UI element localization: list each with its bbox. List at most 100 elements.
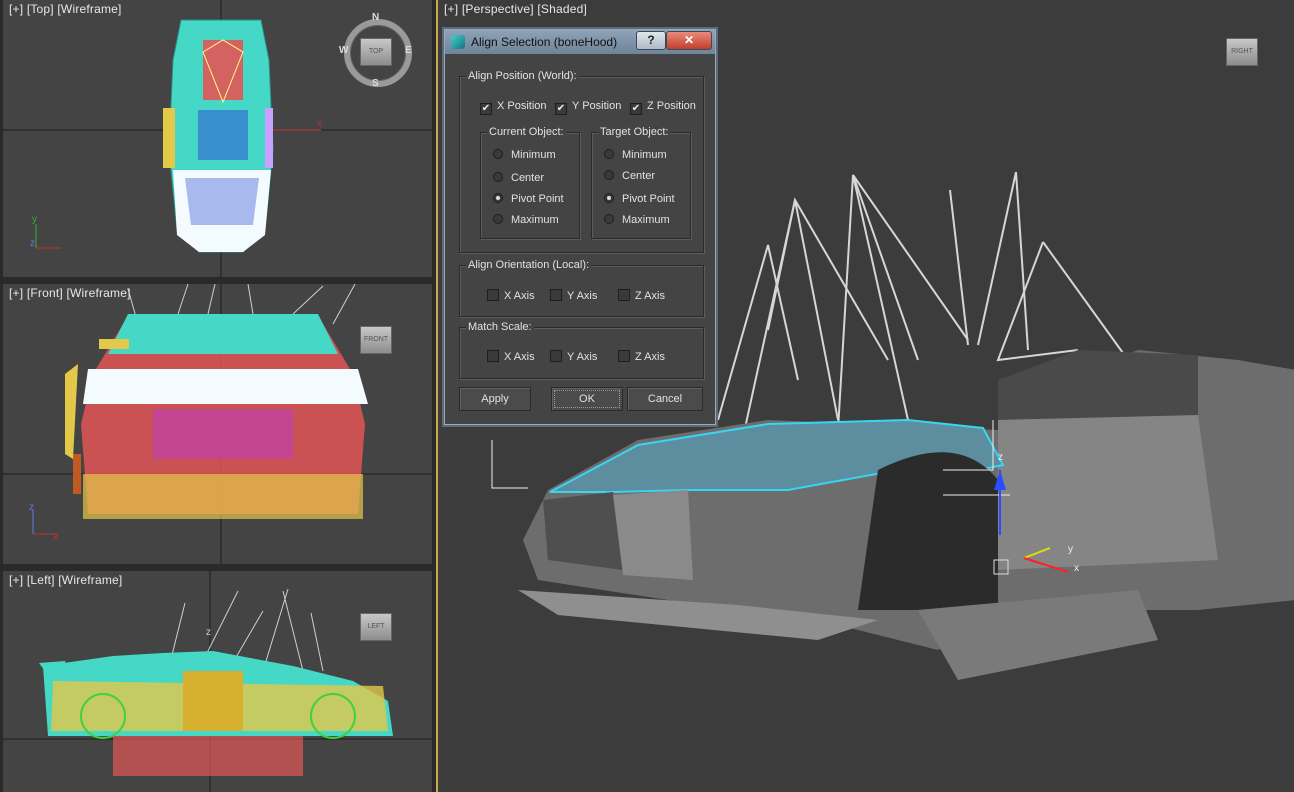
z-position-checkbox[interactable]: ✔ Z Position xyxy=(630,100,696,115)
current-pivot-point-radio[interactable]: Pivot Point xyxy=(493,193,564,205)
viewport-view-menu[interactable]: [Front] xyxy=(27,286,63,300)
radio-dot[interactable] xyxy=(493,214,503,224)
viewport-shading-menu[interactable]: [Wireframe] xyxy=(66,286,130,300)
close-icon[interactable]: ✕ xyxy=(666,31,712,50)
y-position-label: Y Position xyxy=(572,100,622,112)
z-position-label: Z Position xyxy=(647,100,696,112)
match-scale-title: Match Scale: xyxy=(466,321,534,333)
viewport-menu-plus[interactable]: [+] xyxy=(9,573,23,587)
checkbox-label: X Axis xyxy=(504,290,535,302)
viewport-view-menu[interactable]: [Left] xyxy=(27,573,55,587)
current-maximum-radio[interactable]: Maximum xyxy=(493,214,559,226)
viewport-front-label[interactable]: [+] [Front] [Wireframe] xyxy=(9,286,131,300)
checkbox-box[interactable] xyxy=(550,289,562,301)
x-position-checkbox[interactable]: ✔ X Position xyxy=(480,100,547,115)
target-maximum-radio[interactable]: Maximum xyxy=(604,214,670,226)
axis-label-x: x xyxy=(317,118,322,129)
current-object-group: Current Object: Minimum Center Pivot Poi… xyxy=(480,126,580,239)
orient-x-axis-checkbox[interactable]: X Axis xyxy=(487,289,535,302)
radio-dot[interactable] xyxy=(604,170,614,180)
viewport-shading-menu[interactable]: [Wireframe] xyxy=(58,573,122,587)
left-view-wireframe-car xyxy=(3,571,432,792)
checkbox-box[interactable] xyxy=(618,350,630,362)
checkbox-label: Y Axis xyxy=(567,351,598,363)
checkbox-box[interactable]: ✔ xyxy=(555,103,567,115)
radio-label: Minimum xyxy=(622,149,667,161)
apply-button[interactable]: Apply xyxy=(459,387,531,411)
y-position-checkbox[interactable]: ✔ Y Position xyxy=(555,100,621,115)
align-orientation-title: Align Orientation (Local): xyxy=(466,259,592,271)
axis-label-z: z xyxy=(30,238,35,249)
viewport-top[interactable]: [+] [Top] [Wireframe] N S E W TOP x y z xyxy=(3,0,432,277)
viewcube-top[interactable]: TOP xyxy=(360,38,392,66)
axis-label-z: z xyxy=(206,627,211,638)
viewport-view-menu[interactable]: [Top] xyxy=(27,2,54,16)
viewport-perspective-label[interactable]: [+] [Perspective] [Shaded] xyxy=(444,2,587,16)
checkbox-label: Y Axis xyxy=(567,290,598,302)
scale-x-axis-checkbox[interactable]: X Axis xyxy=(487,350,535,363)
orient-y-axis-checkbox[interactable]: Y Axis xyxy=(550,289,597,302)
compass-west: W xyxy=(339,45,349,56)
viewport-left[interactable]: [+] [Left] [Wireframe] LEFT z xyxy=(3,571,432,792)
align-position-group: Align Position (World): ✔ X Position ✔ Y P… xyxy=(459,70,704,253)
viewport-menu-plus[interactable]: [+] xyxy=(9,286,23,300)
viewport-menu-plus[interactable]: [+] xyxy=(9,2,23,16)
viewport-top-label[interactable]: [+] [Top] [Wireframe] xyxy=(9,2,122,16)
checkbox-box[interactable]: ✔ xyxy=(480,103,492,115)
radio-dot[interactable] xyxy=(604,193,614,203)
viewcube-perspective[interactable]: RIGHT xyxy=(1226,38,1258,66)
compass-south: S xyxy=(372,78,379,89)
dialog-title: Align Selection (boneHood) xyxy=(471,35,618,49)
axis-label-y: y xyxy=(32,214,37,225)
target-center-radio[interactable]: Center xyxy=(604,170,655,182)
dialog-body: Align Position (World): ✔ X Position ✔ Y P… xyxy=(451,58,709,418)
compass-north: N xyxy=(372,12,380,23)
orient-z-axis-checkbox[interactable]: Z Axis xyxy=(618,289,665,302)
radio-label: Pivot Point xyxy=(622,193,675,205)
align-selection-dialog[interactable]: Align Selection (boneHood) ? ✕ Align Pos… xyxy=(444,29,716,425)
radio-label: Center xyxy=(622,170,656,182)
radio-label: Maximum xyxy=(511,214,559,226)
align-position-title: Align Position (World): xyxy=(466,70,579,82)
checkbox-box[interactable] xyxy=(550,350,562,362)
viewport-menu-plus[interactable]: [+] xyxy=(444,2,458,16)
current-center-radio[interactable]: Center xyxy=(493,172,544,184)
viewport-view-menu[interactable]: [Perspective] xyxy=(462,2,534,16)
help-button[interactable]: ? xyxy=(636,31,666,50)
match-scale-group: Match Scale: X Axis Y Axis Z Axis xyxy=(459,321,704,379)
target-pivot-point-radio[interactable]: Pivot Point xyxy=(604,193,675,205)
current-minimum-radio[interactable]: Minimum xyxy=(493,149,556,161)
viewport-front[interactable]: [+] [Front] [Wireframe] FRONT z x xyxy=(3,284,432,564)
radio-label: Pivot Point xyxy=(511,193,564,205)
target-minimum-radio[interactable]: Minimum xyxy=(604,149,667,161)
checkbox-box[interactable]: ✔ xyxy=(630,103,642,115)
checkbox-box[interactable] xyxy=(487,289,499,301)
viewport-shading-menu[interactable]: [Shaded] xyxy=(537,2,587,16)
viewcube-left[interactable]: LEFT xyxy=(360,613,392,641)
radio-dot[interactable] xyxy=(493,193,503,203)
radio-dot[interactable] xyxy=(493,172,503,182)
checkbox-label: X Axis xyxy=(504,351,535,363)
cancel-button[interactable]: Cancel xyxy=(627,387,703,411)
x-position-label: X Position xyxy=(497,100,547,112)
checkbox-label: Z Axis xyxy=(635,290,665,302)
gizmo-z-label: z xyxy=(998,452,1003,463)
radio-dot[interactable] xyxy=(604,149,614,159)
checkbox-box[interactable] xyxy=(618,289,630,301)
axis-label-x: x xyxy=(53,532,58,543)
target-object-group: Target Object: Minimum Center Pivot Poin… xyxy=(591,126,691,239)
checkbox-label: Z Axis xyxy=(635,351,665,363)
checkbox-box[interactable] xyxy=(487,350,499,362)
viewport-left-label[interactable]: [+] [Left] [Wireframe] xyxy=(9,573,122,587)
radio-dot[interactable] xyxy=(604,214,614,224)
radio-dot[interactable] xyxy=(493,149,503,159)
dialog-titlebar[interactable]: Align Selection (boneHood) ? ✕ xyxy=(445,30,715,54)
scale-z-axis-checkbox[interactable]: Z Axis xyxy=(618,350,665,363)
app-icon xyxy=(451,35,465,49)
ok-button[interactable]: OK xyxy=(551,387,623,411)
viewcube-front[interactable]: FRONT xyxy=(360,326,392,354)
target-object-title: Target Object: xyxy=(598,126,671,138)
scale-y-axis-checkbox[interactable]: Y Axis xyxy=(550,350,597,363)
viewport-shading-menu[interactable]: [Wireframe] xyxy=(57,2,121,16)
radio-label: Minimum xyxy=(511,149,556,161)
